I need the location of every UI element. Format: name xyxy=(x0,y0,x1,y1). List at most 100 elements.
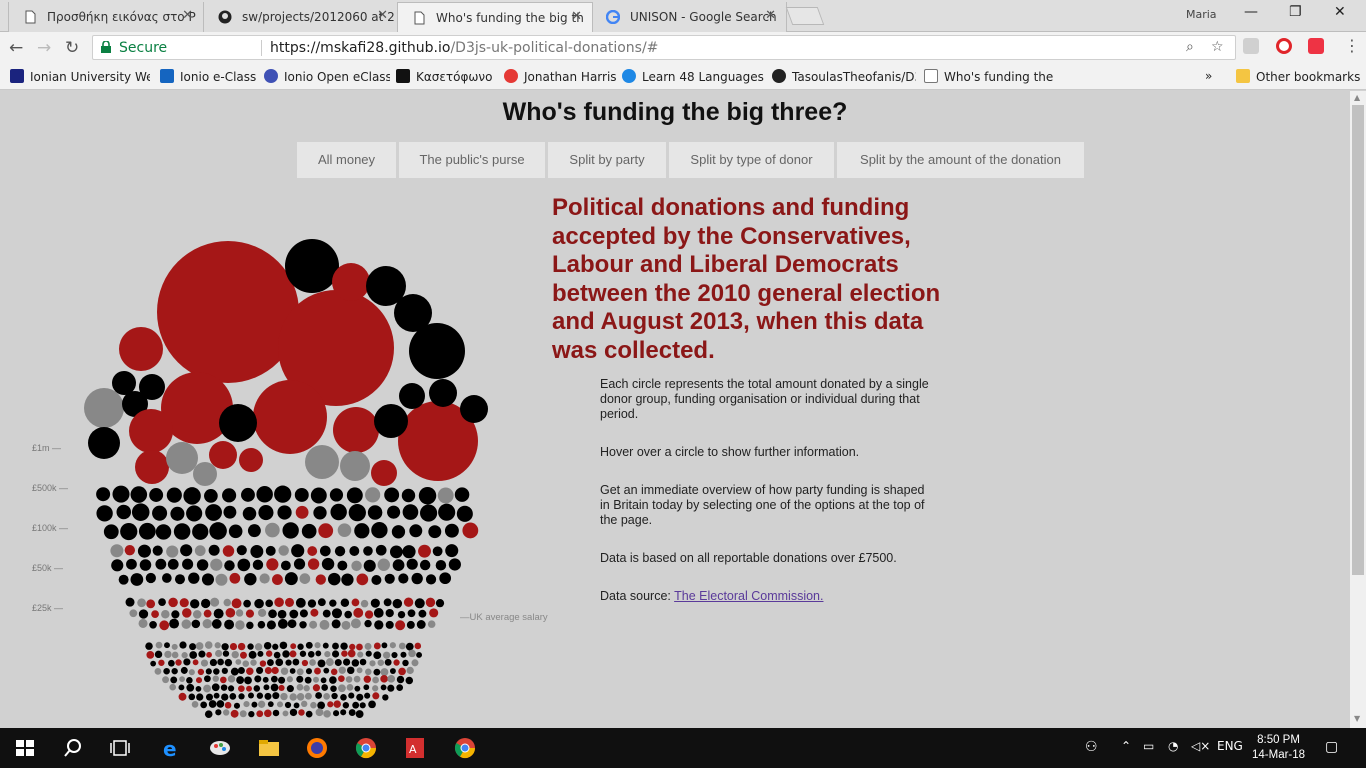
donor-circle[interactable] xyxy=(309,620,318,629)
donor-circle[interactable] xyxy=(324,651,331,658)
donor-circle[interactable] xyxy=(429,379,457,407)
donor-circle[interactable] xyxy=(151,610,159,618)
donor-circle[interactable] xyxy=(129,409,173,453)
donor-circle[interactable] xyxy=(384,658,392,666)
donor-circle[interactable] xyxy=(396,675,405,684)
donor-circle[interactable] xyxy=(350,618,361,629)
donor-circle[interactable] xyxy=(119,327,163,371)
opera-extension-icon[interactable] xyxy=(1276,38,1292,54)
donor-circle[interactable] xyxy=(372,692,380,700)
donor-circle[interactable] xyxy=(229,572,241,584)
donor-circle[interactable] xyxy=(420,504,438,522)
donor-circle[interactable] xyxy=(262,676,269,683)
donor-circle[interactable] xyxy=(238,693,245,700)
source-link[interactable]: The Electoral Commission. xyxy=(674,589,823,603)
donor-circle[interactable] xyxy=(256,692,264,699)
donor-circle[interactable] xyxy=(315,650,322,657)
bookmark-item[interactable]: Jonathan Harris xyxy=(504,69,616,84)
donor-circle[interactable] xyxy=(340,451,370,481)
donor-circle[interactable] xyxy=(112,485,130,503)
donor-circle[interactable] xyxy=(266,558,279,571)
donor-circle[interactable] xyxy=(304,692,312,700)
task-view-icon[interactable] xyxy=(108,736,132,760)
scroll-thumb[interactable] xyxy=(1352,105,1364,575)
donor-circle[interactable] xyxy=(254,598,264,609)
donor-circle[interactable] xyxy=(205,693,213,701)
donor-circle[interactable] xyxy=(380,668,389,676)
donor-circle[interactable] xyxy=(248,650,257,659)
donor-circle[interactable] xyxy=(253,685,261,692)
bookmark-item[interactable]: Κασετόφωνο xyxy=(396,69,496,84)
forward-icon[interactable]: → xyxy=(37,38,51,58)
donor-circle[interactable] xyxy=(166,487,182,503)
donor-circle[interactable] xyxy=(236,676,245,685)
donor-circle[interactable] xyxy=(314,642,321,649)
donor-circle[interactable] xyxy=(200,598,211,609)
donor-circle[interactable] xyxy=(169,683,177,691)
donor-circle[interactable] xyxy=(264,667,272,675)
donor-circle[interactable] xyxy=(406,620,415,629)
donor-circle[interactable] xyxy=(418,609,427,618)
donor-circle[interactable] xyxy=(164,642,170,649)
donor-circle[interactable] xyxy=(416,620,426,629)
donor-circle[interactable] xyxy=(293,702,300,709)
donor-circle[interactable] xyxy=(327,572,341,586)
donor-circle[interactable] xyxy=(250,659,257,666)
donor-circle[interactable] xyxy=(438,503,456,521)
donor-circle[interactable] xyxy=(242,506,257,521)
donor-circle[interactable] xyxy=(274,485,292,503)
bookmark-item[interactable]: Who's funding the bi xyxy=(924,69,1058,84)
donor-circle[interactable] xyxy=(277,505,292,520)
donor-circle[interactable] xyxy=(310,608,319,617)
volume-icon[interactable]: ◁× xyxy=(1191,739,1210,753)
donor-circle[interactable] xyxy=(257,650,264,657)
donor-circle[interactable] xyxy=(347,649,356,658)
donor-circle[interactable] xyxy=(272,692,280,700)
donor-circle[interactable] xyxy=(333,700,341,708)
donor-circle[interactable] xyxy=(384,487,400,503)
donor-circle[interactable] xyxy=(244,572,257,586)
donor-circle[interactable] xyxy=(158,659,165,666)
donor-circle[interactable] xyxy=(265,599,273,608)
donor-circle[interactable] xyxy=(194,545,206,557)
donor-circle[interactable] xyxy=(229,692,237,700)
donor-circle[interactable] xyxy=(224,619,235,630)
donor-circle[interactable] xyxy=(215,649,223,658)
donor-circle[interactable] xyxy=(330,668,338,676)
battery-icon[interactable]: ▭ xyxy=(1143,739,1154,753)
donor-circle[interactable] xyxy=(137,544,151,558)
donor-circle[interactable] xyxy=(321,557,335,571)
donor-circle[interactable] xyxy=(425,597,436,608)
donor-circle[interactable] xyxy=(161,610,170,619)
donor-circle[interactable] xyxy=(364,692,371,699)
donor-circle[interactable] xyxy=(368,700,376,709)
donor-circle[interactable] xyxy=(277,618,288,629)
donor-circle[interactable] xyxy=(307,650,315,658)
browser-tab[interactable]: Προσθήκη εικόνας στο P ✕ xyxy=(8,2,204,32)
close-icon[interactable]: ✕ xyxy=(571,9,582,24)
donor-circle[interactable] xyxy=(229,642,238,651)
donor-circle[interactable] xyxy=(280,667,289,675)
donor-circle[interactable] xyxy=(323,710,331,718)
donor-circle[interactable] xyxy=(125,597,135,607)
donor-circle[interactable] xyxy=(301,659,309,667)
donor-circle[interactable] xyxy=(129,609,138,618)
donor-circle[interactable] xyxy=(217,658,224,666)
donor-circle[interactable] xyxy=(235,620,245,630)
donor-circle[interactable] xyxy=(435,559,447,571)
donor-circle[interactable] xyxy=(290,643,297,650)
donor-circle[interactable] xyxy=(124,544,136,556)
donor-circle[interactable] xyxy=(296,683,304,691)
donor-circle[interactable] xyxy=(126,558,137,570)
donor-circle[interactable] xyxy=(223,598,232,607)
donor-circle[interactable] xyxy=(385,608,394,618)
donor-circle[interactable] xyxy=(111,559,124,572)
donor-circle[interactable] xyxy=(396,684,404,691)
donor-circle[interactable] xyxy=(333,407,379,453)
donor-circle[interactable] xyxy=(170,506,185,521)
donor-circle[interactable] xyxy=(377,659,385,667)
donor-circle[interactable] xyxy=(418,544,431,558)
donor-circle[interactable] xyxy=(265,522,280,538)
donor-circle[interactable] xyxy=(373,651,382,660)
donor-circle[interactable] xyxy=(349,546,360,556)
